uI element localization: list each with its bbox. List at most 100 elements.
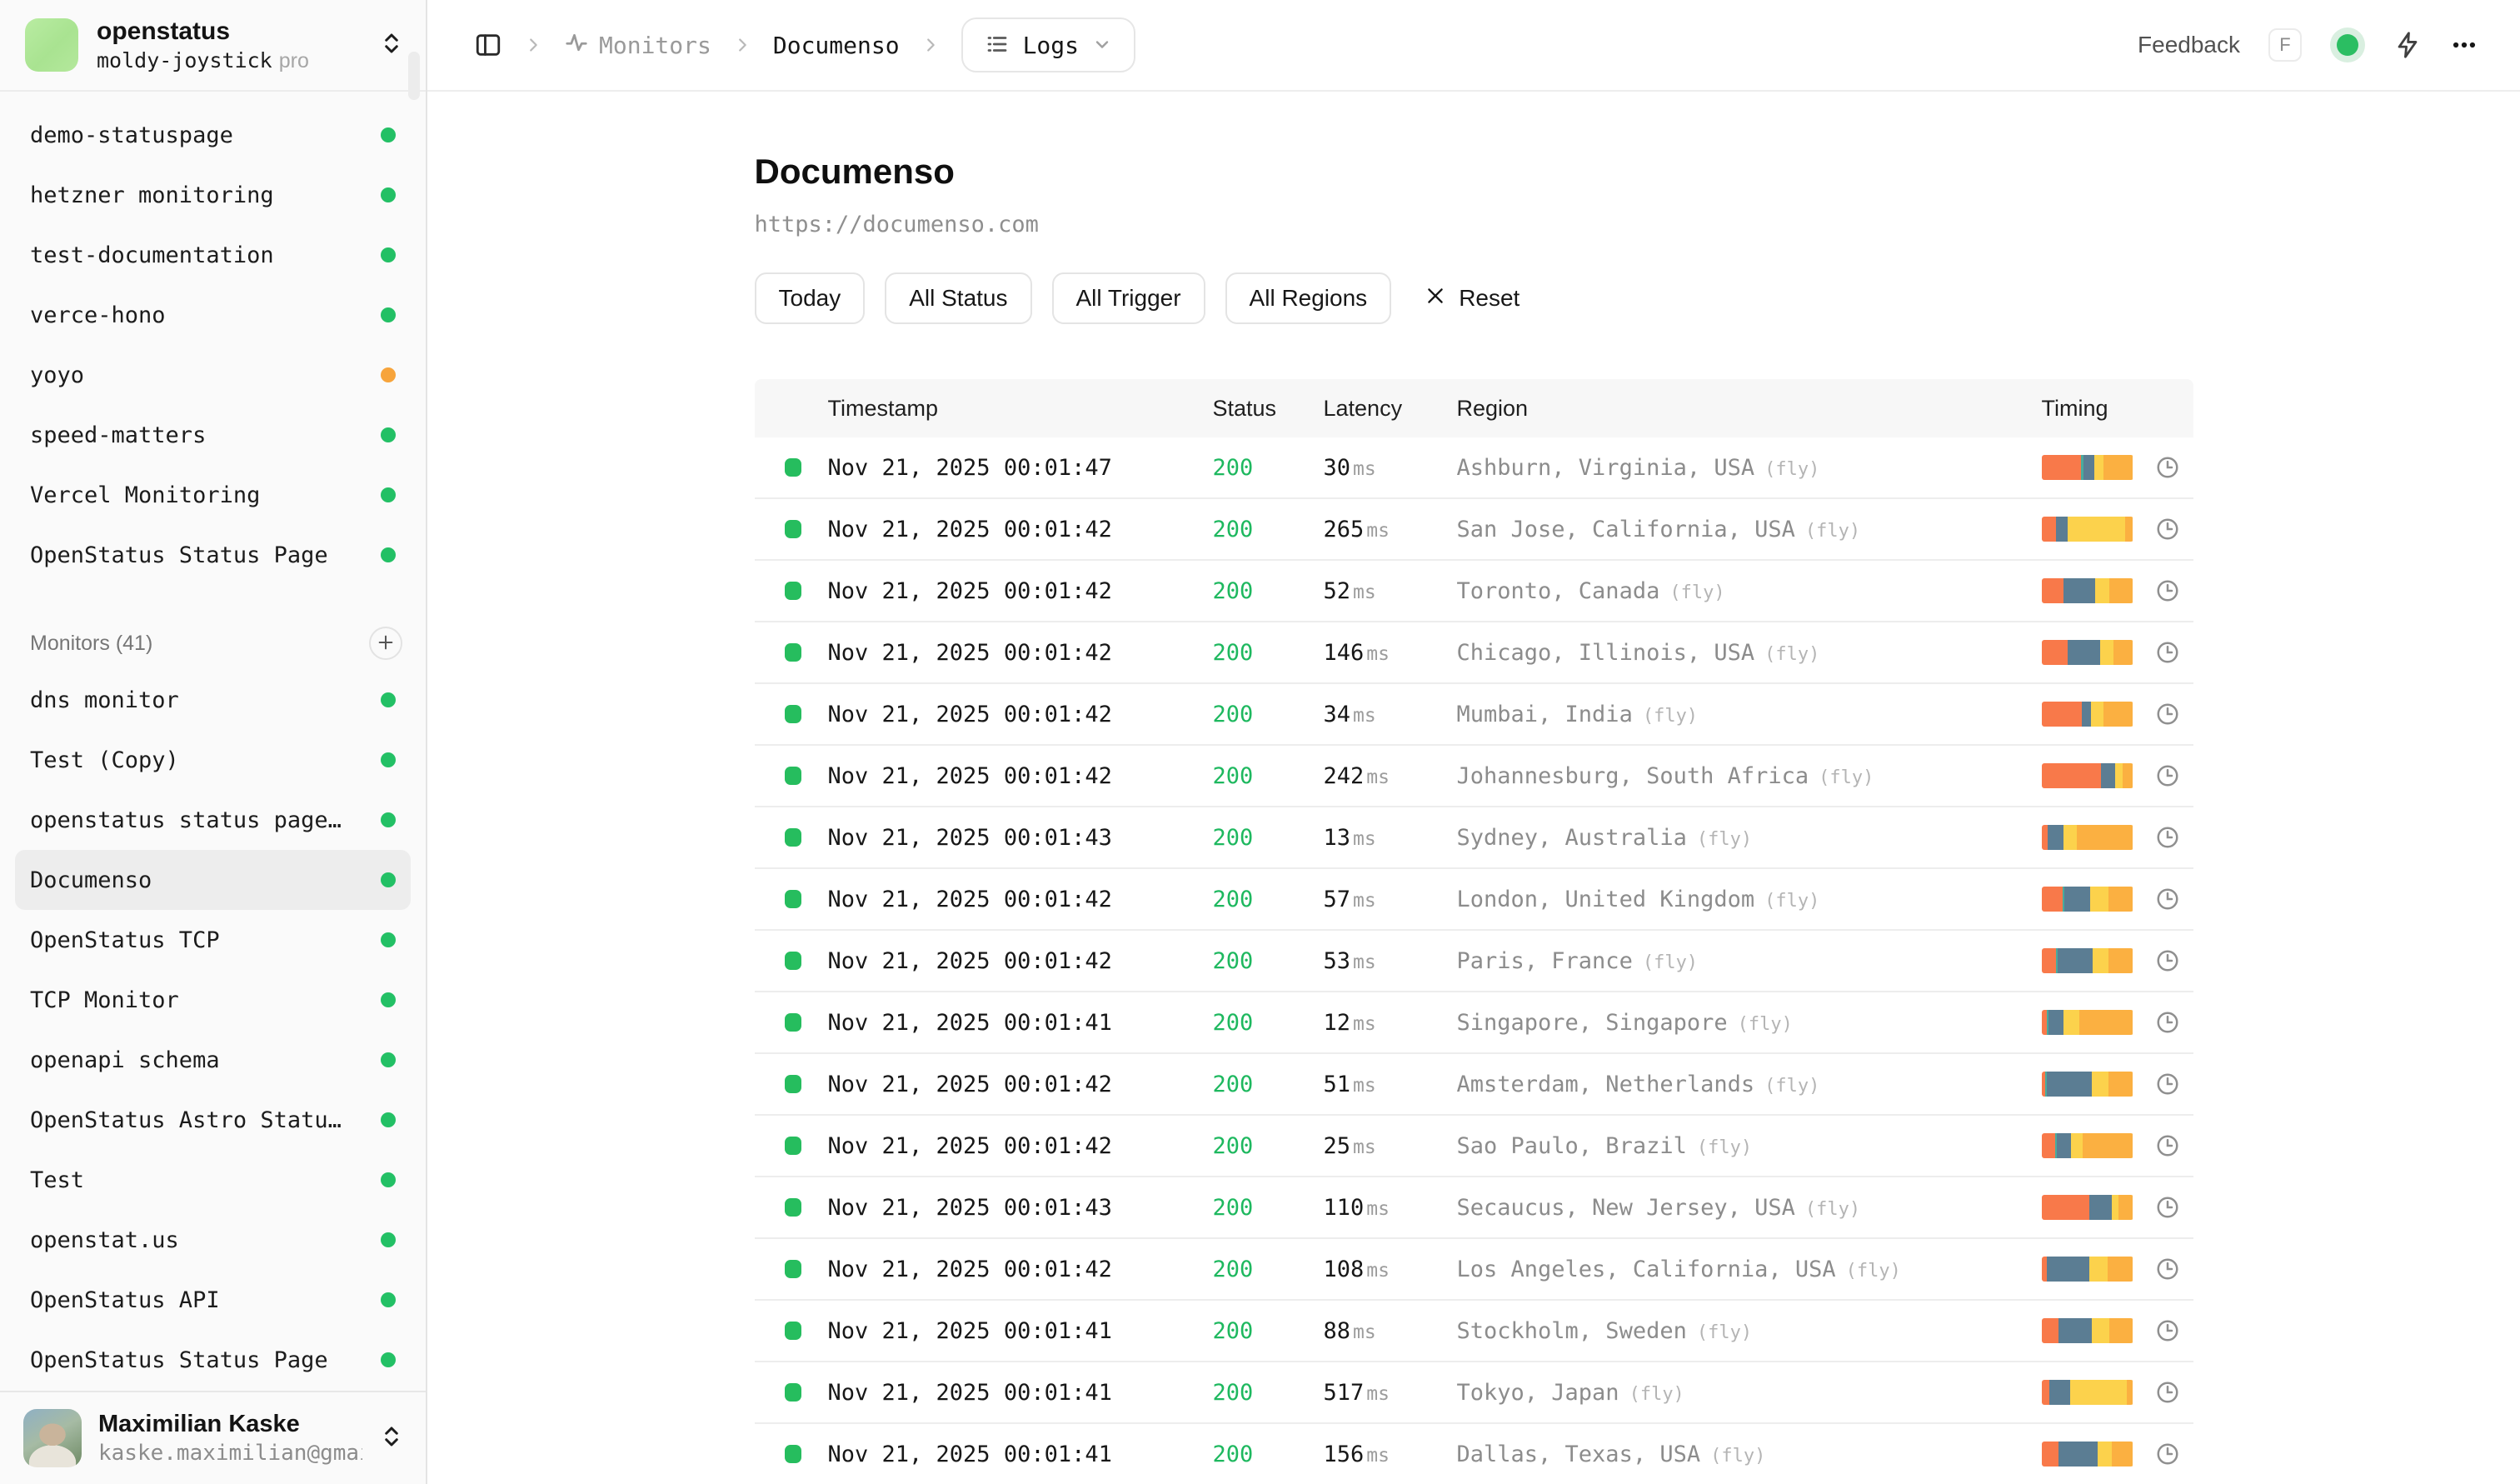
breadcrumb-monitors[interactable]: Monitors <box>564 30 711 61</box>
table-row[interactable]: Nov 21, 2025 00:01:4120088msStockholm, S… <box>755 1301 2193 1362</box>
col-region: Region <box>1457 396 2042 422</box>
sidebar-item-label: TCP Monitor <box>30 987 179 1013</box>
table-row[interactable]: Nov 21, 2025 00:01:4720030msAshburn, Vir… <box>755 437 2193 499</box>
table-row[interactable]: Nov 21, 2025 00:01:4220053msParis, Franc… <box>755 931 2193 992</box>
timing-bar[interactable] <box>2042 578 2133 603</box>
table-row[interactable]: Nov 21, 2025 00:01:4220025msSao Paulo, B… <box>755 1116 2193 1177</box>
filter-status[interactable]: All Status <box>885 272 1031 324</box>
sidebar-item-demo-statuspage[interactable]: demo-statuspage <box>15 105 411 165</box>
latency-unit: ms <box>1366 1198 1390 1220</box>
timing-bar[interactable] <box>2042 1257 2133 1282</box>
clock-icon <box>2155 825 2180 850</box>
status-indicator <box>785 458 801 477</box>
sidebar-item-dns-monitor[interactable]: dns monitor <box>15 670 411 730</box>
table-row[interactable]: Nov 21, 2025 00:01:4220051msAmsterdam, N… <box>755 1054 2193 1116</box>
sidebar-item-hetzner-monitoring[interactable]: hetzner monitoring <box>15 165 411 225</box>
timing-bar[interactable] <box>2042 1318 2133 1343</box>
status-dot <box>381 812 396 827</box>
sidebar-item-label: OpenStatus Status Page <box>30 542 328 568</box>
timing-bar[interactable] <box>2042 1072 2133 1097</box>
clock-icon <box>2155 702 2180 727</box>
sidebar-item-speed-matters[interactable]: speed-matters <box>15 405 411 465</box>
timing-bar[interactable] <box>2042 948 2133 973</box>
filter-trigger[interactable]: All Trigger <box>1052 272 1205 324</box>
clock-icon <box>2155 763 2180 788</box>
sidebar-toggle-button[interactable] <box>474 31 502 59</box>
sidebar-item-label: openapi schema <box>30 1047 220 1073</box>
table-row[interactable]: Nov 21, 2025 00:01:4220034msMumbai, Indi… <box>755 684 2193 746</box>
sidebar-item-test-copy[interactable]: Test (Copy) <box>15 730 411 790</box>
table-row[interactable]: Nov 21, 2025 00:01:42200108msLos Angeles… <box>755 1239 2193 1301</box>
sidebar-item-test[interactable]: Test <box>15 1150 411 1210</box>
sidebar-item-openapi-schema[interactable]: openapi schema <box>15 1030 411 1090</box>
view-selector-logs[interactable]: Logs <box>961 17 1135 72</box>
sidebar-item-test-documentation[interactable]: test-documentation <box>15 225 411 285</box>
row-region: London, United Kingdom <box>1457 887 1755 912</box>
feedback-button[interactable]: Feedback <box>2138 32 2240 58</box>
table-row[interactable]: Nov 21, 2025 00:01:42200146msChicago, Il… <box>755 622 2193 684</box>
table-row[interactable]: Nov 21, 2025 00:01:4120012msSingapore, S… <box>755 992 2193 1054</box>
timing-bar[interactable] <box>2042 825 2133 850</box>
timing-bar[interactable] <box>2042 702 2133 727</box>
table-row[interactable]: Nov 21, 2025 00:01:43200110msSecaucus, N… <box>755 1177 2193 1239</box>
add-monitor-button[interactable] <box>369 627 402 660</box>
row-region: Ashburn, Virginia, USA <box>1457 455 1755 481</box>
row-status-code: 200 <box>1213 455 1324 481</box>
zap-icon[interactable] <box>2393 31 2422 59</box>
row-latency: 53 <box>1324 948 1351 974</box>
sidebar-item-verce-hono[interactable]: verce-hono <box>15 285 411 345</box>
filter-regions[interactable]: All Regions <box>1225 272 1392 324</box>
chevron-right-icon <box>921 36 940 54</box>
sidebar-item-openstatus-tcp[interactable]: OpenStatus TCP <box>15 910 411 970</box>
sidebar-item-openstatus-status-page[interactable]: OpenStatus Status Page <box>15 1330 411 1390</box>
timing-bar[interactable] <box>2042 763 2133 788</box>
status-live-dot[interactable] <box>2337 34 2358 56</box>
timing-bar[interactable] <box>2042 1133 2133 1158</box>
timing-bar[interactable] <box>2042 887 2133 912</box>
table-row[interactable]: Nov 21, 2025 00:01:4320013msSydney, Aust… <box>755 807 2193 869</box>
sidebar-item-openstat-us[interactable]: openstat.us <box>15 1210 411 1270</box>
table-row[interactable]: Nov 21, 2025 00:01:42200242msJohannesbur… <box>755 746 2193 807</box>
row-status-code: 200 <box>1213 1257 1324 1282</box>
sidebar-item-documenso[interactable]: Documenso <box>15 850 411 910</box>
table-row[interactable]: Nov 21, 2025 00:01:4220057msLondon, Unit… <box>755 869 2193 931</box>
monitor-url: https://documenso.com <box>755 212 2193 237</box>
latency-unit: ms <box>1353 1137 1376 1158</box>
sidebar-item-openstatus-astro-statu[interactable]: OpenStatus Astro Statu… <box>15 1090 411 1150</box>
timing-bar[interactable] <box>2042 1442 2133 1467</box>
row-provider: (fly) <box>1846 1261 1901 1282</box>
org-workspace: moldy-joystick <box>97 48 272 72</box>
sidebar-item-yoyo[interactable]: yoyo <box>15 345 411 405</box>
filter-date[interactable]: Today <box>755 272 866 324</box>
timing-bar[interactable] <box>2042 1380 2133 1405</box>
row-provider: (fly) <box>1805 1199 1860 1220</box>
sidebar-scrollbar[interactable] <box>408 52 420 100</box>
timing-bar[interactable] <box>2042 455 2133 480</box>
timing-bar[interactable] <box>2042 1195 2133 1220</box>
status-indicator <box>785 643 801 662</box>
row-timestamp: Nov 21, 2025 00:01:42 <box>828 763 1213 789</box>
table-row[interactable]: Nov 21, 2025 00:01:42200265msSan Jose, C… <box>755 499 2193 561</box>
org-switcher[interactable]: openstatus moldy-joystickpro <box>0 0 426 92</box>
table-row[interactable]: Nov 21, 2025 00:01:41200156msDallas, Tex… <box>755 1424 2193 1484</box>
row-status-code: 200 <box>1213 763 1324 789</box>
sidebar-item-openstatus-api[interactable]: OpenStatus API <box>15 1270 411 1330</box>
table-row[interactable]: Nov 21, 2025 00:01:41200517msTokyo, Japa… <box>755 1362 2193 1424</box>
timing-bar[interactable] <box>2042 1010 2133 1035</box>
timing-bar[interactable] <box>2042 640 2133 665</box>
status-indicator <box>785 890 801 908</box>
sidebar-item-vercel-monitoring[interactable]: Vercel Monitoring <box>15 465 411 525</box>
timing-bar[interactable] <box>2042 517 2133 542</box>
table-row[interactable]: Nov 21, 2025 00:01:4220052msToronto, Can… <box>755 561 2193 622</box>
status-dot <box>381 992 396 1007</box>
more-menu-button[interactable] <box>2450 31 2478 59</box>
sidebar-item-openstatus-status-page[interactable]: OpenStatus Status Page <box>15 525 411 585</box>
row-timestamp: Nov 21, 2025 00:01:43 <box>828 825 1213 851</box>
row-timestamp: Nov 21, 2025 00:01:42 <box>828 702 1213 727</box>
sidebar-item-openstatus-status-page[interactable]: openstatus status page… <box>15 790 411 850</box>
reset-filters-button[interactable]: Reset <box>1425 285 1519 312</box>
clock-icon <box>2155 1072 2180 1097</box>
sidebar-item-tcp-monitor[interactable]: TCP Monitor <box>15 970 411 1030</box>
breadcrumb-page[interactable]: Documenso <box>773 32 900 59</box>
user-menu[interactable]: Maximilian Kaske kaske.maximilian@gmail… <box>0 1391 426 1484</box>
